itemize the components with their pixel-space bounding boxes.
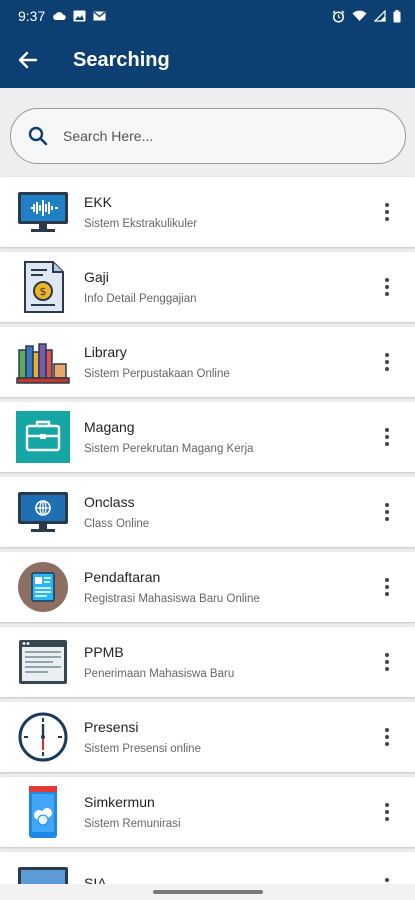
- list-item[interactable]: Library Sistem Perpustakaan Online: [0, 327, 415, 397]
- item-subtitle: Penerimaan Mahasiswa Baru: [84, 668, 235, 680]
- signal-icon: [374, 10, 386, 22]
- item-title: Presensi: [84, 719, 139, 735]
- monitor-audio-icon: [16, 185, 70, 239]
- page-title: Searching: [73, 48, 170, 71]
- monitor-globe-icon: [16, 485, 70, 539]
- phone-money-icon: [16, 785, 70, 839]
- battery-icon: [393, 9, 401, 22]
- wifi-icon: [352, 10, 367, 21]
- list-item[interactable]: Presensi Sistem Presensi online: [0, 702, 415, 772]
- browser-window-icon: [16, 635, 70, 689]
- item-subtitle: Registrasi Mahasiswa Baru Online: [84, 593, 260, 605]
- more-options-icon[interactable]: [377, 575, 397, 599]
- search-icon: [28, 126, 48, 146]
- books-icon: [16, 335, 70, 389]
- item-subtitle: Sistem Perpustakaan Online: [84, 368, 230, 380]
- navigation-bar: [0, 884, 415, 900]
- more-options-icon[interactable]: [377, 500, 397, 524]
- list-item[interactable]: Simkermun Sistem Remunirasi: [0, 777, 415, 847]
- payslip-icon: $: [16, 260, 70, 314]
- app-bar: Searching: [0, 32, 415, 88]
- item-title: Simkermun: [84, 794, 155, 810]
- registration-form-icon: [16, 560, 70, 614]
- item-title: PPMB: [84, 644, 124, 660]
- item-title: Magang: [84, 419, 135, 435]
- more-options-icon[interactable]: [377, 275, 397, 299]
- home-gesture-handle[interactable]: [153, 890, 263, 894]
- item-title: Onclass: [84, 494, 135, 510]
- item-subtitle: Sistem Perekrutan Magang Kerja: [84, 443, 254, 455]
- svg-text:$: $: [40, 285, 47, 298]
- clock-icon: [16, 710, 70, 764]
- item-subtitle: Info Detail Penggajian: [84, 293, 197, 305]
- search-input[interactable]: [63, 128, 363, 144]
- image-icon: [73, 10, 86, 22]
- search-box[interactable]: [10, 108, 406, 164]
- gmail-icon: [93, 11, 106, 21]
- item-subtitle: Sistem Remunirasi: [84, 818, 181, 830]
- status-time: 9:37: [18, 8, 46, 24]
- status-bar: 9:37: [0, 0, 415, 32]
- item-subtitle: Class Online: [84, 518, 150, 530]
- more-options-icon[interactable]: [377, 425, 397, 449]
- alarm-icon: [332, 10, 345, 23]
- item-title: Pendaftaran: [84, 569, 161, 585]
- item-subtitle: Sistem Ekstrakulikuler: [84, 218, 198, 230]
- back-button[interactable]: [0, 32, 56, 88]
- status-bar-left: 9:37: [18, 8, 106, 24]
- more-options-icon[interactable]: [377, 200, 397, 224]
- list-item[interactable]: Pendaftaran Registrasi Mahasiswa Baru On…: [0, 552, 415, 622]
- list-item[interactable]: Magang Sistem Perekrutan Magang Kerja: [0, 402, 415, 472]
- status-bar-right: [332, 9, 401, 23]
- more-options-icon[interactable]: [377, 650, 397, 674]
- list-item[interactable]: Onclass Class Online: [0, 477, 415, 547]
- briefcase-icon: [16, 410, 70, 464]
- item-title: Library: [84, 344, 127, 360]
- list-item[interactable]: $ Gaji Info Detail Penggajian: [0, 252, 415, 322]
- list-item[interactable]: PPMB Penerimaan Mahasiswa Baru: [0, 627, 415, 697]
- search-area: [0, 88, 415, 178]
- item-title: Gaji: [84, 269, 109, 285]
- more-options-icon[interactable]: [377, 725, 397, 749]
- arrow-left-icon: [18, 51, 38, 69]
- list-item[interactable]: EKK Sistem Ekstrakulikuler: [0, 177, 415, 247]
- more-options-icon[interactable]: [377, 350, 397, 374]
- item-title: EKK: [84, 194, 113, 210]
- cloud-icon: [53, 12, 66, 20]
- more-options-icon[interactable]: [377, 800, 397, 824]
- item-subtitle: Sistem Presensi online: [84, 743, 201, 755]
